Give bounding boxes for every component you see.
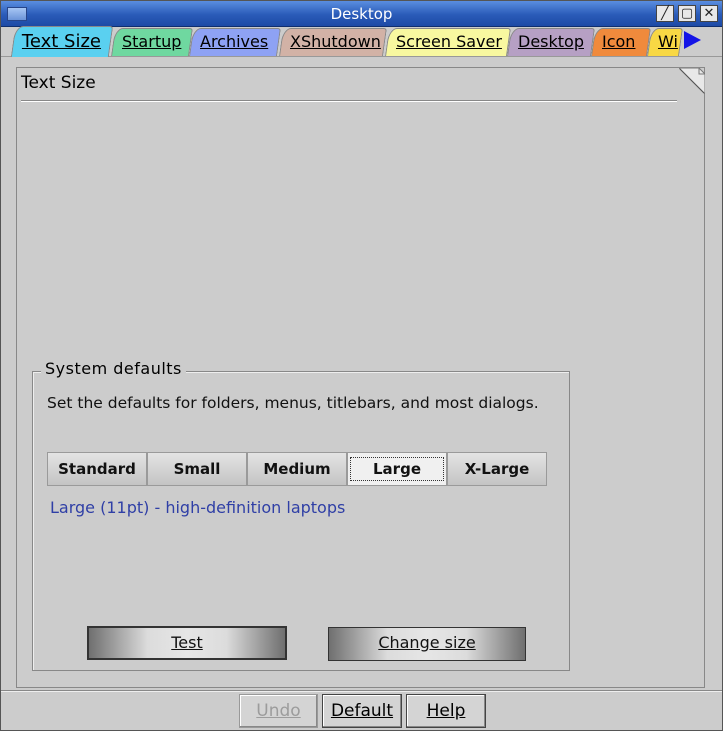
tab-scroll-right-icon[interactable] bbox=[684, 31, 701, 49]
tab-startup[interactable]: Startup bbox=[111, 28, 193, 56]
title-bar[interactable]: Desktop ╱ ▢ ✕ bbox=[1, 1, 722, 27]
size-large-button[interactable]: Large bbox=[347, 452, 447, 486]
footer-divider bbox=[1, 690, 722, 691]
page-title-divider bbox=[21, 100, 677, 101]
selected-size-description: Large (11pt) - high-definition laptops bbox=[50, 498, 346, 517]
desktop-window: Desktop ╱ ▢ ✕ Text Size Startup Archives… bbox=[0, 0, 723, 731]
size-small-button[interactable]: Small bbox=[147, 452, 247, 486]
tab-desktop[interactable]: Desktop bbox=[507, 28, 595, 56]
undo-button[interactable]: Undo bbox=[239, 694, 318, 728]
tab-screen-saver[interactable]: Screen Saver bbox=[385, 28, 511, 56]
help-button[interactable]: Help bbox=[406, 694, 486, 728]
iconify-icon[interactable]: ╱ bbox=[656, 5, 674, 22]
test-button[interactable]: Test bbox=[87, 626, 287, 660]
window-title: Desktop bbox=[330, 5, 393, 23]
change-size-button[interactable]: Change size bbox=[328, 627, 526, 661]
size-x-large-button[interactable]: X-Large bbox=[447, 452, 547, 486]
default-button[interactable]: Default bbox=[322, 694, 402, 728]
tab-strip-line bbox=[1, 56, 722, 57]
system-defaults-description: Set the defaults for folders, menus, tit… bbox=[47, 394, 539, 412]
tab-icon[interactable]: Icon bbox=[591, 28, 651, 56]
close-icon[interactable]: ✕ bbox=[700, 5, 718, 22]
page-title: Text Size bbox=[21, 73, 96, 93]
size-medium-button[interactable]: Medium bbox=[247, 452, 347, 486]
tab-wi[interactable]: Wi bbox=[647, 28, 683, 56]
maximize-icon[interactable]: ▢ bbox=[678, 5, 696, 22]
tab-xshutdown[interactable]: XShutdown bbox=[279, 28, 387, 56]
page-curl-icon[interactable] bbox=[679, 68, 705, 94]
tab-text-size[interactable]: Text Size bbox=[10, 26, 114, 57]
size-standard-button[interactable]: Standard bbox=[47, 452, 147, 486]
tab-archives[interactable]: Archives bbox=[189, 28, 281, 56]
system-defaults-title: System defaults bbox=[41, 359, 186, 378]
